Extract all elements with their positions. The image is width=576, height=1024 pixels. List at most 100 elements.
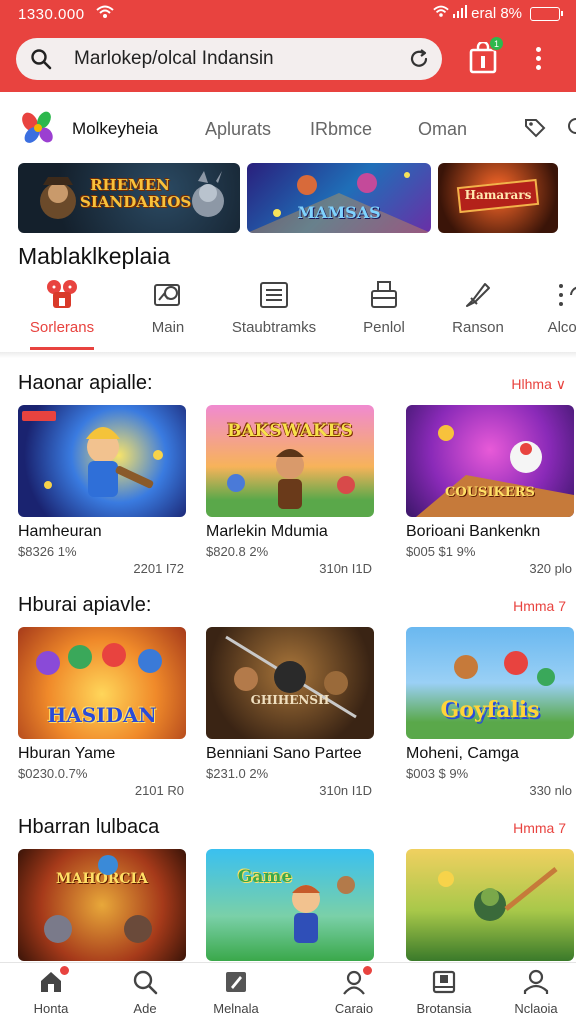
brand-name[interactable]: Molkeyheia (72, 119, 158, 139)
bottom-nav-label: Melnala (213, 1001, 259, 1016)
tags-icon[interactable] (524, 116, 548, 143)
category-staubtramks[interactable]: Staubtramks (224, 275, 324, 347)
bottom-nav-label: Brotansia (416, 1001, 472, 1016)
game-name: Benniani Sano Partee (206, 745, 362, 762)
row-3-more-link[interactable]: Hmma 7 (513, 820, 566, 836)
game-thumb-title: Goyfalis (440, 697, 540, 723)
game-card[interactable]: HASIDAN Hburan Yame $0230.0.7% 2101 R0 (18, 627, 186, 798)
bottom-nav-melnala[interactable]: Melnala (188, 969, 284, 1016)
shopping-bag-button[interactable]: 1 (468, 36, 504, 74)
search-icon[interactable] (566, 116, 576, 145)
status-bar: 1330.000 eral 8% (0, 0, 576, 30)
category-main[interactable]: Main (118, 275, 218, 347)
game-name: Marlekin Mdumia (206, 523, 328, 540)
game-art (292, 876, 355, 943)
game-card[interactable]: GHIHENSH Benniani Sano Partee $231.0 2% … (206, 627, 374, 798)
category-label: Ranson (452, 319, 504, 336)
game-card[interactable]: COUSIKERS Borioani Bankenkn $005 $1 9% 3… (406, 405, 574, 576)
game-thumb-title: HASIDAN (47, 703, 157, 727)
category-bar: Sorlerans Main Staubtramks Penlol Ranson… (0, 275, 576, 350)
game-name: Hburan Yame (18, 745, 116, 762)
category-label: Staubtramks (231, 319, 317, 336)
game-art (438, 867, 558, 921)
category-label: Sorlerans (29, 319, 95, 336)
banner-3-title: Hamarars (464, 188, 532, 202)
row-2-more-link[interactable]: Hmma 7 (513, 598, 566, 614)
share-icon (559, 284, 576, 306)
wifi-icon (96, 5, 114, 23)
more-menu-icon[interactable] (530, 44, 546, 74)
game-price: $003 $ 9% (406, 766, 469, 781)
wifi-icon (433, 5, 449, 22)
banner-art (247, 172, 431, 233)
banner-2[interactable]: MAMSAS (247, 163, 431, 233)
top-app-bar: 1330.000 eral 8% Marlokep/olcal Indansin… (0, 0, 576, 92)
game-card[interactable]: Goyfalis Moheni, Camga $003 $ 9% 330 nlo (406, 627, 574, 798)
game-card[interactable]: Hamheuran $8326 1% 2201 I72 (18, 405, 186, 576)
category-sorlerans[interactable]: Sorlerans (12, 275, 112, 350)
banner-2-title: MAMSAS (297, 203, 381, 222)
row-1-more-link[interactable]: Hlhma ∨ (511, 376, 566, 393)
banner-3[interactable]: Hamarars (438, 163, 558, 233)
list-icon (260, 282, 288, 308)
status-right: eral 8% (433, 5, 563, 22)
rocket-icon (466, 283, 490, 307)
section-title: Mablaklkeplaia (18, 243, 171, 269)
cart-badge: 1 (489, 36, 504, 51)
game-thumbnail: Goyfalis (406, 627, 574, 739)
tab-oman[interactable]: Oman (418, 119, 467, 140)
bottom-nav-brotansia[interactable]: Brotansia (396, 969, 492, 1016)
section-divider (0, 352, 576, 358)
tab-ibrmce[interactable]: IRbmce (310, 119, 372, 140)
battery-icon (530, 6, 563, 21)
game-thumbnail: HASIDAN (18, 627, 186, 739)
status-time: 1330.000 (18, 6, 85, 23)
search-input[interactable]: Marlokep/olcal Indansin (74, 48, 274, 70)
game-thumbnail (18, 405, 186, 517)
game-card[interactable]: BAKSWAKES Marlekin Mdumia $820.8 2% 310n… (206, 405, 374, 576)
game-card[interactable] (406, 849, 574, 961)
box-icon (371, 281, 397, 308)
game-art (227, 449, 355, 509)
app-logo-icon[interactable] (18, 108, 58, 148)
game-thumbnail (406, 849, 574, 961)
dice-icon (47, 280, 77, 308)
tab-aplurats[interactable]: Aplurats (205, 119, 271, 140)
row-2-title: Hburai apiavle: (18, 594, 152, 616)
category-label: Penlol (363, 319, 405, 336)
bottom-nav-ade[interactable]: Ade (97, 969, 193, 1016)
game-size: 2101 R0 (134, 783, 184, 798)
bottom-nav-label: Honta (33, 1001, 69, 1016)
game-price: $820.8 2% (206, 544, 269, 559)
game-size: 2201 I72 (133, 561, 184, 576)
banner-1[interactable]: RHEMEN SIANDARIOS (18, 163, 240, 233)
tablet-icon (431, 969, 457, 995)
category-penlol[interactable]: Penlol (334, 275, 434, 347)
bottom-nav-honta[interactable]: Honta (3, 965, 99, 1016)
category-ranson[interactable]: Ranson (428, 275, 528, 347)
game-name: Borioani Bankenkn (406, 523, 541, 540)
game-price: $8326 1% (18, 544, 77, 559)
refresh-icon[interactable] (408, 48, 430, 70)
category-label: Main (151, 319, 185, 336)
game-art (416, 425, 574, 517)
signal-icon (453, 5, 468, 22)
search-bar[interactable]: Marlokep/olcal Indansin (16, 38, 442, 80)
notification-dot (362, 965, 373, 976)
game-card[interactable]: MAHORCIA (18, 849, 186, 961)
bottom-nav-nclaoia[interactable]: Nclaoia (488, 969, 576, 1016)
game-size: 310n I1D (319, 561, 372, 576)
bottom-navigation: Honta Ade Melnala Caraio Brotansia Nclao… (0, 962, 576, 1024)
notification-dot (59, 965, 70, 976)
image-icon (154, 284, 180, 306)
search-icon (31, 49, 52, 70)
game-art (44, 427, 163, 497)
category-alcola[interactable]: Alcola (518, 275, 576, 347)
row-1-title: Haonar apialle: (18, 372, 153, 394)
game-size: 330 nlo (529, 783, 572, 798)
game-card[interactable]: Game (206, 849, 374, 961)
bottom-nav-label: Ade (133, 1001, 157, 1016)
game-art (44, 855, 152, 943)
bottom-nav-caraio[interactable]: Caraio (306, 965, 402, 1016)
game-thumb-title: GHIHENSH (250, 693, 330, 707)
